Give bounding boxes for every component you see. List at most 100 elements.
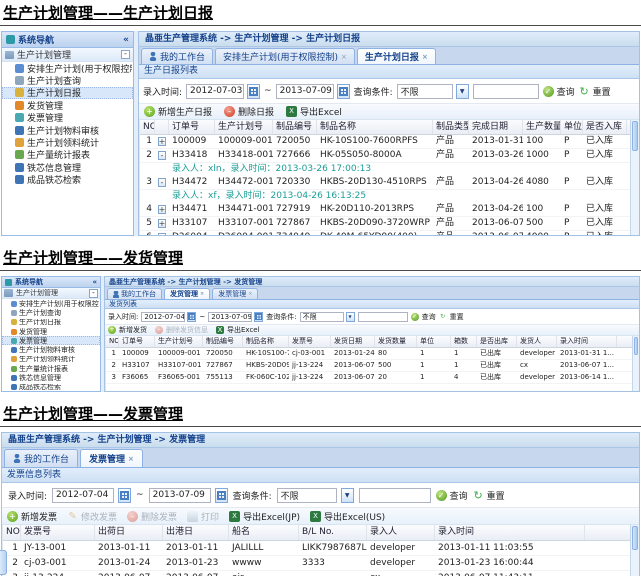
sidebar-item[interactable]: 生产计划日报 [2,86,133,100]
keyword-input[interactable] [358,487,431,503]
date-from-input[interactable]: 2012-07-03 [186,83,245,99]
table-row[interactable]: 5 + H33107 H33107-001 727867 HKBS-20D090… [140,217,630,231]
keyword-input[interactable] [472,83,539,99]
collapse-group-icon[interactable]: - [121,50,130,59]
close-tab-icon[interactable]: × [341,53,347,61]
close-tab-icon[interactable]: × [128,455,134,463]
chevron-down-icon[interactable] [455,83,469,99]
tab[interactable]: 我的工作台 [141,48,214,64]
column-header[interactable]: 出港日 [163,525,229,540]
sidebar-item[interactable]: 生产计划查询 [2,74,133,86]
column-header[interactable]: 制品名称 [317,120,433,134]
date-to-input[interactable]: 2013-07-09 [208,311,253,322]
column-header[interactable]: NO [140,120,155,134]
column-header[interactable]: 完成日期 [469,120,523,134]
column-header[interactable]: 录入时间 [435,525,585,540]
column-header[interactable]: 箱数 [451,336,477,347]
sidebar-item[interactable]: 发货管理 [2,99,133,111]
table-row[interactable]: 2 H33107 H33107-001 727867 HKBS-20D09...… [106,360,632,372]
keyword-input[interactable] [357,311,408,322]
sidebar-item[interactable]: 发票管理 [2,336,100,346]
search-button[interactable]: 查询 [410,312,436,322]
vertical-scrollbar[interactable] [630,525,639,576]
toolbar-button[interactable]: 导出Excel(US) [310,510,385,523]
reset-button[interactable]: 重置 [579,85,611,98]
toolbar-button[interactable]: 修改发票 [67,510,117,523]
expand-icon[interactable]: + [157,233,167,235]
sidebar-group[interactable]: 生产计划管理 - [2,288,100,299]
expand-icon[interactable]: + [157,205,167,214]
calendar-icon[interactable] [118,487,132,503]
column-header[interactable]: 生产计划号 [155,336,203,347]
date-to-input[interactable]: 2013-07-09 [148,487,211,503]
column-header[interactable]: NO [3,525,21,540]
expand-icon[interactable]: - [158,178,166,187]
close-tab-icon[interactable]: × [248,291,252,297]
table-row[interactable]: 1 100009 100009-001 720050 HK-10S100-7..… [106,348,632,360]
date-to-input[interactable]: 2013-07-09 [275,83,334,99]
toolbar-button[interactable]: 删除日报 [224,105,274,118]
column-header[interactable]: 发货日期 [331,336,375,347]
scrollbar-thumb[interactable] [632,526,638,550]
tab[interactable]: 我的工作台 [107,288,162,299]
expand-icon[interactable]: + [157,137,167,146]
column-header[interactable]: 出荷日 [95,525,163,540]
column-header[interactable]: 订单号 [119,336,155,347]
column-header[interactable]: B/L No. [299,525,367,540]
toolbar-button[interactable]: 新增发票 [7,510,57,523]
sidebar-item[interactable]: 生产计划查询 [2,308,100,317]
column-header[interactable]: 是否出库 [477,336,517,347]
search-button[interactable]: 查询 [435,489,468,502]
sidebar-item[interactable]: 成品铁芯检索 [2,174,133,186]
tab[interactable]: 我的工作台 [4,449,79,467]
column-header[interactable]: 制品名称 [243,336,289,347]
scrollbar-thumb[interactable] [634,337,638,355]
sidebar-item[interactable]: 发票管理 [2,112,133,124]
column-header[interactable]: 发货数量 [375,336,417,347]
reset-button[interactable]: 重置 [473,489,505,502]
column-header[interactable]: 发票号 [21,525,95,540]
condition-select[interactable]: 不限 [396,83,453,99]
table-row[interactable]: 3 - H34472 H34472-001 720330 HKBS-20D130… [140,176,630,190]
column-header[interactable]: 录入人 [367,525,435,540]
table-row[interactable]: 2 cj-03-001 2013-01-24 2013-01-23 wwww 3… [3,556,630,571]
table-row[interactable]: 6 + D26004 D26004-001 734049 DK-40M-65YD… [140,231,630,235]
toolbar-button[interactable]: 删除发货信息 [155,325,208,335]
table-row[interactable]: 3 jj-13-224 2013-06-07 2013-06-07 air cx… [3,571,630,576]
table-row[interactable]: 2 - H33418 H33418-001 727666 HK-05S050-8… [140,149,630,163]
sidebar-item[interactable]: 生产计划物料审核 [2,124,133,136]
toolbar-button[interactable]: 删除发票 [127,510,177,523]
calendar-icon[interactable] [254,311,264,322]
calendar-icon[interactable] [214,487,228,503]
sidebar-group[interactable]: 生产计划管理 - [2,48,133,62]
search-button[interactable]: 查询 [542,85,575,98]
table-row[interactable]: 1 JY-13-001 2013-01-11 2013-01-11 JALILL… [3,541,630,556]
chevron-down-icon[interactable] [345,311,355,322]
column-header[interactable]: 录入时间 [557,336,617,347]
condition-select[interactable]: 不限 [276,487,337,503]
vertical-scrollbar[interactable] [632,336,639,391]
column-header[interactable]: 单位 [561,120,583,134]
column-header[interactable]: 订单号 [169,120,215,134]
toolbar-button[interactable]: 新增发货 [108,325,147,335]
condition-select[interactable]: 不限 [299,311,344,322]
sidebar-item[interactable]: 发货管理 [2,327,100,336]
scrollbar-thumb[interactable] [632,121,638,151]
collapse-group-icon[interactable]: - [89,288,98,298]
table-row[interactable]: 1 + 100009 100009-001 720050 HK-10S100-7… [140,135,630,149]
toolbar-button[interactable]: 新增生产日报 [144,105,212,118]
table-row[interactable]: 4 + H34471 H34471-001 727919 HK-20D110-2… [140,203,630,217]
tab[interactable]: 发货管理 × [164,288,211,299]
sidebar-item[interactable]: 生产计划日报 [2,318,100,327]
tab[interactable]: 发票管理 × [212,288,259,299]
column-header[interactable]: 船名 [229,525,299,540]
close-tab-icon[interactable]: × [422,53,428,61]
sidebar-item[interactable]: 生产计划领料统计 [2,136,133,148]
sidebar-item[interactable]: 安排生产计划(用于权限控制) [2,62,133,74]
sidebar-item[interactable]: 铁芯信息管理 [2,161,133,173]
toolbar-button[interactable]: 导出Excel [216,325,260,335]
toolbar-button[interactable]: 打印 [187,510,219,523]
column-header[interactable]: 制品编号 [273,120,317,134]
vertical-scrollbar[interactable] [630,120,639,235]
column-header[interactable]: NO [106,336,119,347]
